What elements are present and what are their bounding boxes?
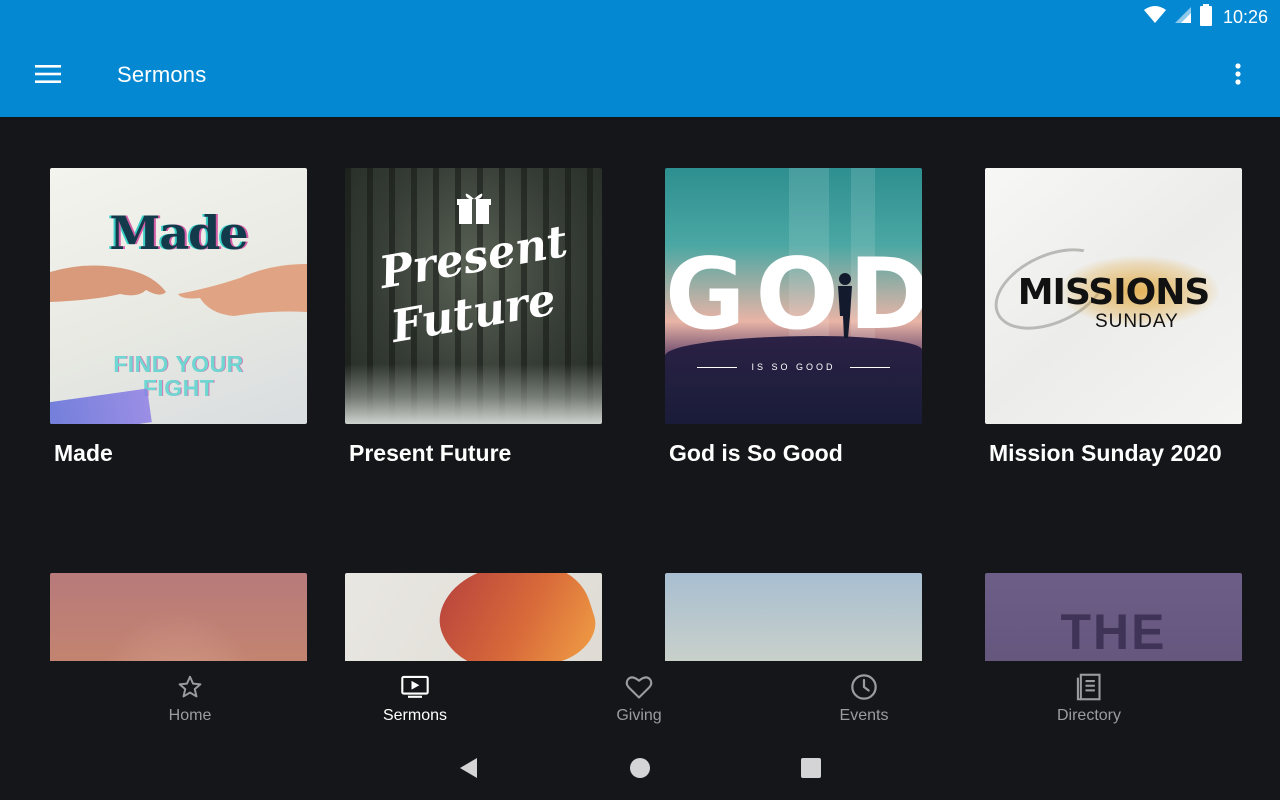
hands-illustration xyxy=(50,264,307,316)
artwork-title: GOD xyxy=(665,238,922,352)
app-bar: Sermons xyxy=(0,34,1280,117)
battery-icon xyxy=(1199,3,1213,31)
page-title: Sermons xyxy=(117,62,207,87)
artwork-title: THE COST xyxy=(1060,604,1167,660)
nav-item-directory[interactable]: Directory xyxy=(999,661,1179,739)
status-bar: 10:26 xyxy=(0,0,1280,34)
nav-item-home[interactable]: Home xyxy=(100,661,280,739)
recents-icon xyxy=(800,757,822,784)
sermon-artwork: MISSIONS SUNDAY xyxy=(985,168,1242,424)
home-icon xyxy=(629,757,651,784)
hamburger-menu-icon xyxy=(35,64,61,88)
nav-label: Directory xyxy=(1056,707,1121,724)
menu-button[interactable] xyxy=(28,56,68,96)
nav-label: Home xyxy=(168,707,212,724)
directory-book-icon xyxy=(1075,673,1103,701)
back-icon xyxy=(457,756,479,785)
more-options-button[interactable] xyxy=(1218,56,1258,96)
sermon-card-present-future[interactable]: Present Future Present Future xyxy=(345,168,602,467)
nav-item-sermons[interactable]: Sermons xyxy=(325,661,505,739)
system-navigation-bar xyxy=(0,739,1280,800)
sermon-card-god-is-so-good[interactable]: GOD IS SO GOOD God is So Good xyxy=(665,168,922,467)
sermon-artwork: Present Future xyxy=(345,168,602,424)
video-play-icon xyxy=(401,673,429,701)
hand-illustration xyxy=(427,573,602,661)
sermon-title: Present Future xyxy=(349,440,512,466)
system-recents-button[interactable] xyxy=(796,755,826,785)
person-silhouette xyxy=(838,273,852,338)
status-time: 10:26 xyxy=(1222,6,1268,27)
sermon-title: Made xyxy=(54,440,113,466)
artwork-subtitle: IS SO GOOD xyxy=(751,362,836,372)
sermon-card-mission-sunday[interactable]: MISSIONS SUNDAY Mission Sunday 2020 xyxy=(985,168,1242,467)
sermon-card-row2-4[interactable]: THE COST xyxy=(985,573,1242,661)
wifi-icon xyxy=(1143,5,1167,30)
artwork-subtitle: SUNDAY xyxy=(1095,311,1179,332)
nav-label: Events xyxy=(839,707,889,724)
nav-label: Giving xyxy=(616,707,662,724)
sermon-card-made[interactable]: Made FIND YOUR FIGHT Made xyxy=(50,168,307,467)
sermon-artwork xyxy=(665,573,922,661)
nav-item-events[interactable]: Events xyxy=(774,661,954,739)
clock-icon xyxy=(850,673,878,701)
sermon-artwork: THE COST xyxy=(985,573,1242,661)
gift-icon xyxy=(456,190,492,231)
app-header: 10:26 Sermons xyxy=(0,0,1280,117)
sermon-card-row2-2[interactable] xyxy=(345,573,602,661)
sermon-grid: Made FIND YOUR FIGHT Made Present Future… xyxy=(0,117,1280,661)
signal-icon xyxy=(1173,5,1193,30)
system-home-button[interactable] xyxy=(625,755,655,785)
artwork-subtitle-1: FIND YOUR xyxy=(113,351,244,377)
sermon-artwork: Made FIND YOUR FIGHT xyxy=(50,168,307,424)
sermon-title: God is So Good xyxy=(669,440,843,466)
heart-icon xyxy=(625,673,653,701)
artwork-title: MISSIONS xyxy=(1017,272,1211,313)
screen: 10:26 Sermons Made FIND YOUR FIGHT Made … xyxy=(0,0,1280,800)
sermon-artwork xyxy=(50,573,307,661)
more-vert-icon xyxy=(1235,62,1241,90)
artwork-texture xyxy=(50,573,307,661)
snow-ground xyxy=(345,364,602,424)
nav-item-giving[interactable]: Giving xyxy=(549,661,729,739)
sermon-card-row2-1[interactable] xyxy=(50,573,307,661)
sermon-title: Mission Sunday 2020 xyxy=(989,440,1222,466)
sermon-card-row2-3[interactable] xyxy=(665,573,922,661)
status-icons: 10:26 xyxy=(1143,3,1268,31)
star-icon xyxy=(176,673,204,701)
bottom-navigation: Home Sermons Giving Events Directory xyxy=(0,661,1280,739)
artwork-texture xyxy=(665,573,922,661)
system-back-button[interactable] xyxy=(453,755,483,785)
nav-label: Sermons xyxy=(382,707,448,724)
sermon-artwork xyxy=(345,573,602,661)
artwork-title: Made xyxy=(109,206,248,260)
sermon-artwork: GOD IS SO GOOD xyxy=(665,168,922,424)
